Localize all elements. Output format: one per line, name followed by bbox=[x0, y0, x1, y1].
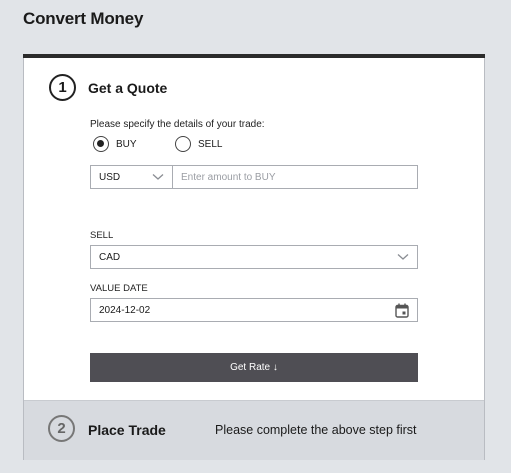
step-2-title: Place Trade bbox=[88, 422, 166, 438]
buy-amount-row: USD bbox=[90, 165, 418, 189]
convert-money-card: 1 Get a Quote Please specify the details… bbox=[23, 54, 485, 460]
chevron-down-icon bbox=[152, 174, 164, 180]
sell-currency-label: SELL bbox=[90, 230, 114, 241]
buy-radio-label: BUY bbox=[116, 138, 137, 150]
step-2-section: 2 Place Trade Please complete the above … bbox=[24, 400, 484, 460]
step-1-number: 1 bbox=[49, 74, 76, 101]
value-date-input[interactable]: 2024-12-02 bbox=[90, 298, 418, 322]
value-date-value: 2024-12-02 bbox=[99, 304, 151, 316]
calendar-icon[interactable] bbox=[395, 303, 409, 318]
trade-instructions: Please specify the details of your trade… bbox=[90, 119, 265, 130]
sell-radio-button[interactable] bbox=[175, 136, 191, 152]
buy-currency-select[interactable]: USD bbox=[90, 165, 172, 189]
buy-radio-button[interactable] bbox=[93, 136, 109, 152]
sell-radio-option[interactable]: SELL bbox=[175, 136, 222, 152]
buy-sell-radio-group: BUY SELL bbox=[93, 136, 222, 152]
buy-currency-value: USD bbox=[99, 171, 121, 183]
chevron-down-icon bbox=[397, 254, 409, 260]
step-2-note: Please complete the above step first bbox=[215, 423, 417, 437]
step-1-title: Get a Quote bbox=[88, 80, 168, 96]
buy-radio-option[interactable]: BUY bbox=[93, 136, 175, 152]
card-top-border bbox=[23, 54, 485, 58]
step-2-number: 2 bbox=[48, 415, 75, 442]
sell-radio-label: SELL bbox=[198, 138, 223, 150]
page-title: Convert Money bbox=[23, 9, 144, 28]
value-date-label: VALUE DATE bbox=[90, 283, 148, 294]
buy-amount-input[interactable] bbox=[172, 165, 418, 189]
sell-currency-value: CAD bbox=[99, 251, 121, 263]
sell-currency-select[interactable]: CAD bbox=[90, 245, 418, 269]
get-rate-button[interactable]: Get Rate ↓ bbox=[90, 353, 418, 382]
